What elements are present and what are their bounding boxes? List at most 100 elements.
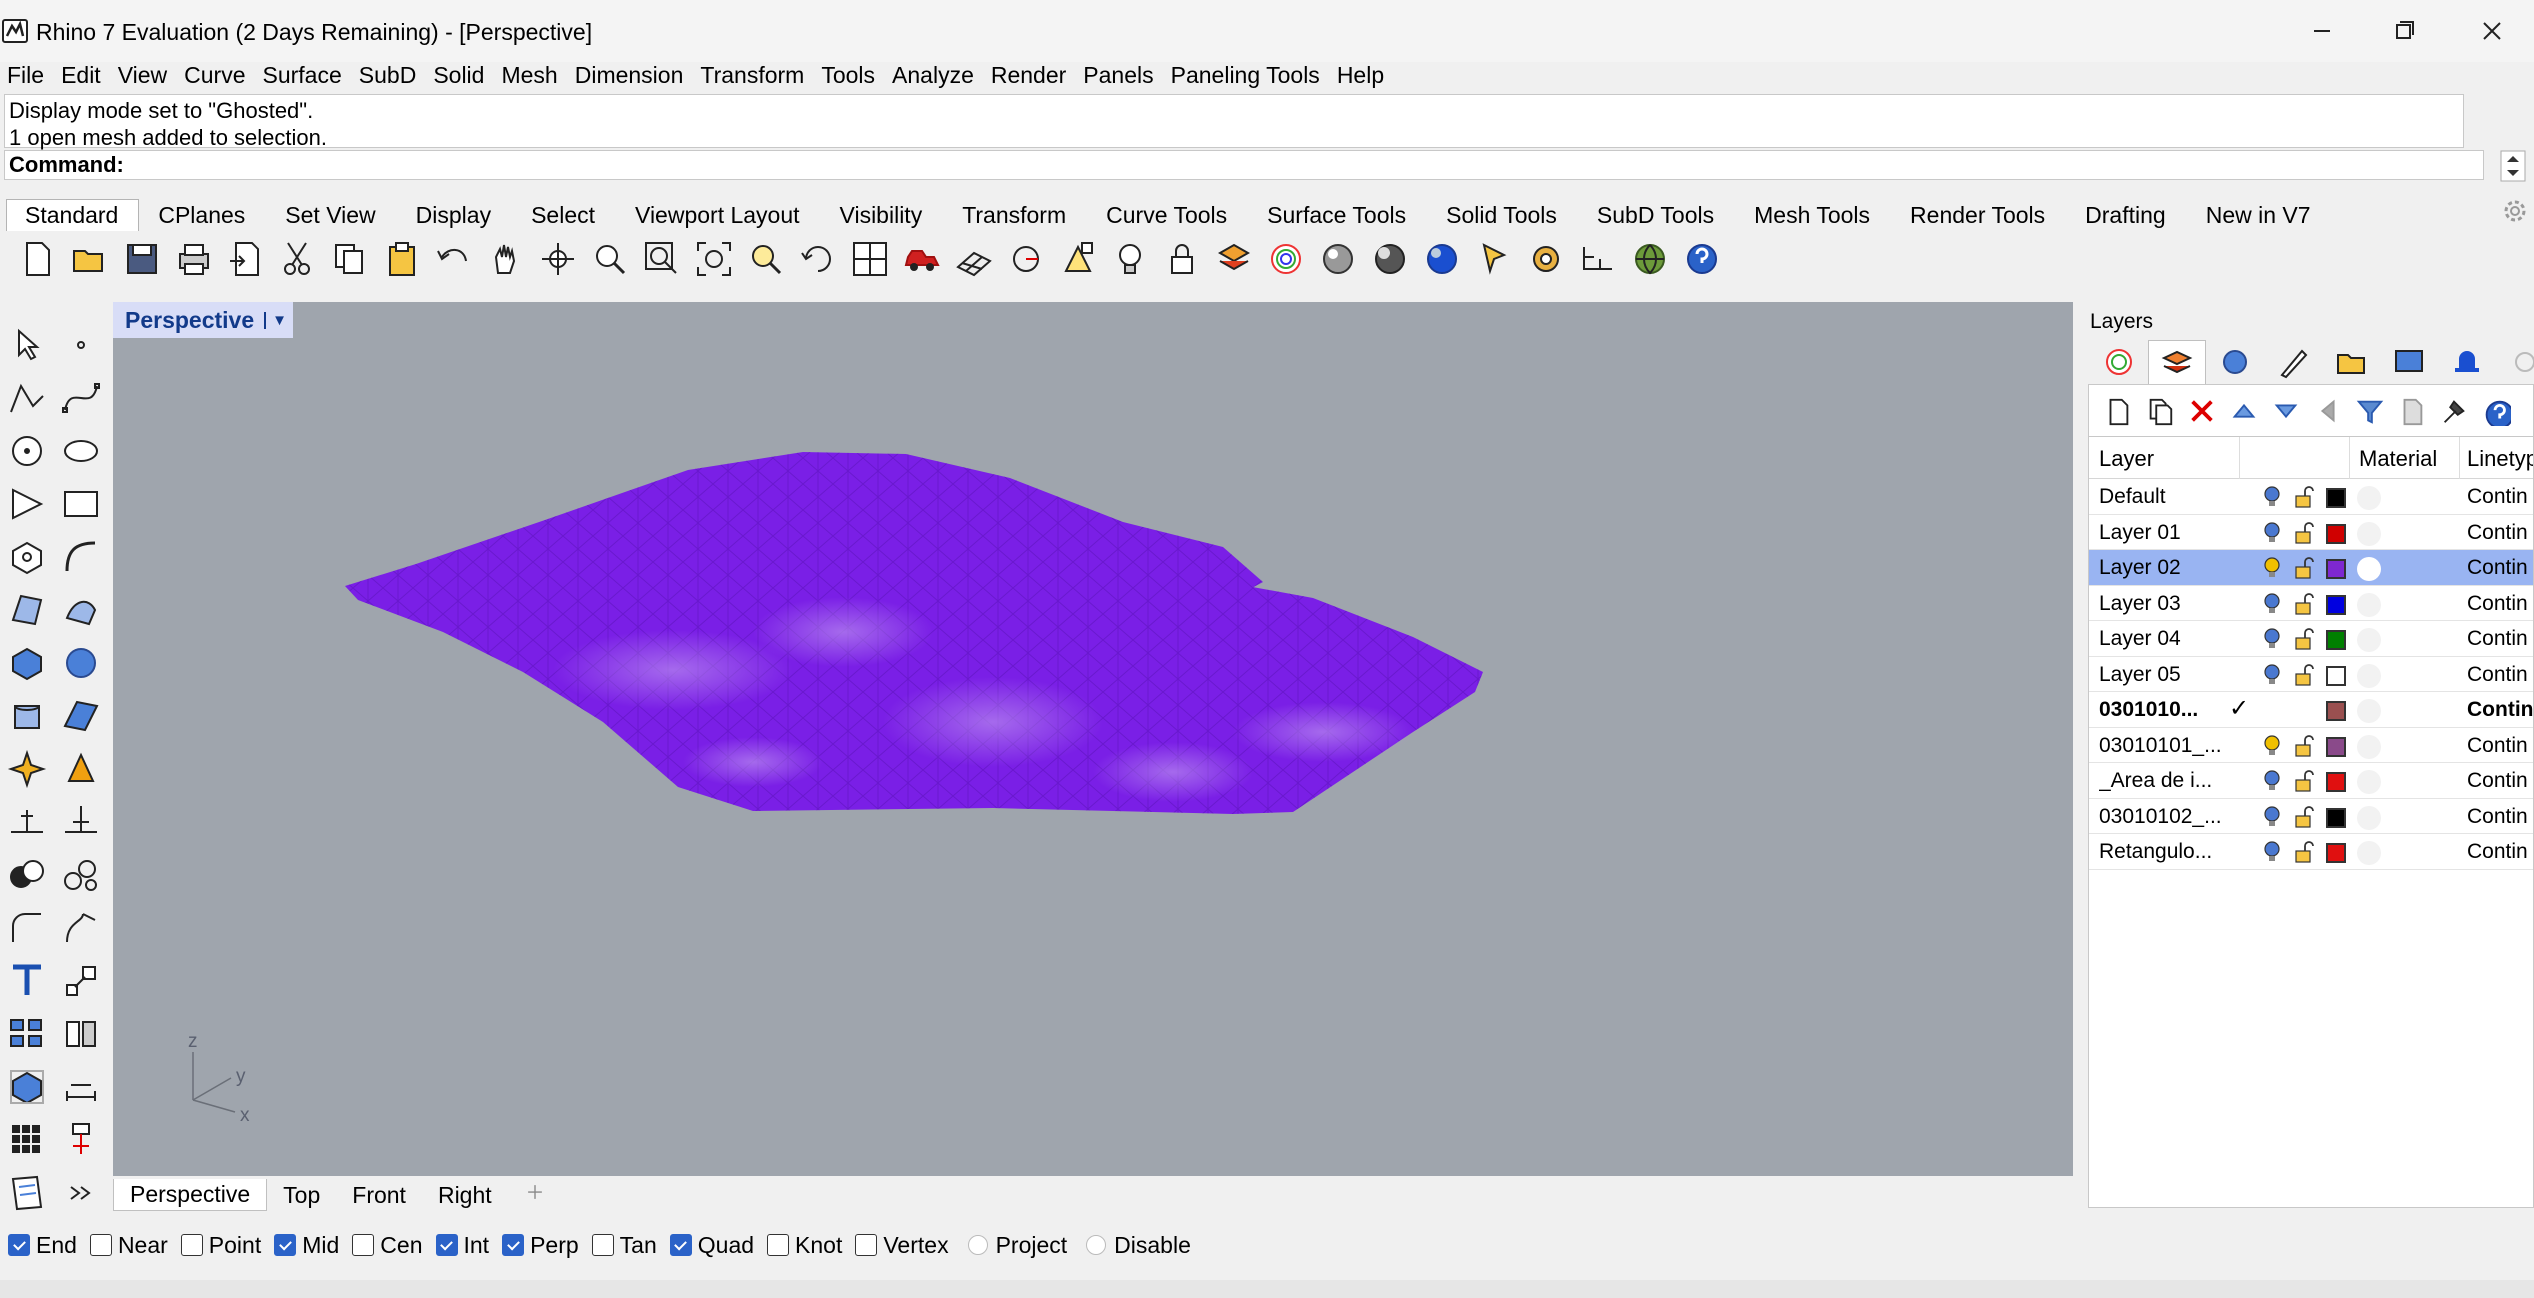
options-gear-button[interactable] [1520, 234, 1572, 284]
unlock-icon[interactable] [2293, 769, 2315, 793]
lightbulb-icon[interactable] [2261, 485, 2283, 509]
tab-cplanes[interactable]: CPlanes [139, 199, 266, 231]
material-icon[interactable] [2357, 805, 2381, 830]
layer-linetype[interactable]: Contin [2467, 734, 2528, 758]
revolve-tool[interactable] [54, 583, 108, 636]
tab-select[interactable]: Select [512, 199, 616, 231]
array-tool[interactable] [0, 1007, 54, 1060]
unlock-icon[interactable] [2293, 805, 2315, 829]
lightbulb-icon[interactable] [2261, 556, 2283, 580]
layer-row[interactable]: _Area de i... Contin [2089, 763, 2533, 799]
new-layer-button[interactable] [2097, 389, 2139, 433]
layer-row[interactable]: Default Contin [2089, 479, 2533, 515]
perspective-viewport[interactable]: Perspective ▼ z y x [113, 302, 2073, 1176]
bounding-box-tool[interactable] [0, 1060, 54, 1113]
text-tool[interactable] [0, 954, 54, 1007]
pointer-button[interactable] [1468, 234, 1520, 284]
circle-tool[interactable] [0, 424, 54, 477]
rotate-view-button[interactable] [532, 234, 584, 284]
box-tool[interactable] [0, 636, 54, 689]
osnap-vertex[interactable]: Vertex [855, 1232, 949, 1259]
checkbox-perp[interactable] [502, 1234, 525, 1256]
material-icon[interactable] [2357, 699, 2381, 723]
menu-file[interactable]: File [0, 62, 54, 89]
layer-row[interactable]: Layer 02 Contin [2089, 550, 2533, 586]
color-wheel-button[interactable] [1260, 234, 1312, 284]
layer-name[interactable]: Default [2099, 485, 2234, 509]
grid-array-tool[interactable] [0, 1113, 54, 1166]
copy-layer-button[interactable] [2391, 389, 2433, 433]
lightbulb-icon[interactable] [2261, 769, 2283, 793]
cylinder-tool[interactable] [0, 689, 54, 742]
layer-row[interactable]: Layer 04 Contin [2089, 621, 2533, 657]
layer-name[interactable]: Retangulo... [2099, 840, 2234, 864]
tab-standard[interactable]: Standard [6, 199, 140, 231]
layer-name[interactable]: Layer 05 [2099, 663, 2234, 687]
layer-color-swatch[interactable] [2326, 736, 2346, 757]
material-icon[interactable] [2357, 592, 2381, 617]
layer-name[interactable]: Layer 01 [2099, 521, 2234, 545]
panel-tab-color[interactable] [2090, 340, 2148, 384]
explode-tool[interactable] [0, 742, 54, 795]
panel-tab-layers[interactable] [2148, 340, 2206, 384]
circle-polygon-tool[interactable] [0, 530, 54, 583]
menu-subd[interactable]: SubD [352, 62, 427, 89]
split-tool[interactable] [54, 795, 108, 848]
osnap-quad[interactable]: Quad [669, 1232, 754, 1259]
layer-color-swatch[interactable] [2326, 488, 2346, 508]
menu-tools[interactable]: Tools [814, 62, 885, 89]
viewport-layout-button[interactable] [844, 234, 896, 284]
column-layer[interactable]: Layer [2099, 446, 2154, 472]
material-icon[interactable] [2357, 734, 2381, 759]
render-sphere-button[interactable] [1364, 234, 1416, 284]
unlock-icon[interactable] [2293, 627, 2315, 651]
viewport-tab-front[interactable]: Front [336, 1180, 422, 1211]
lightbulb-icon[interactable] [2261, 805, 2283, 829]
tab-mesh-tools[interactable]: Mesh Tools [1735, 199, 1891, 231]
tab-viewport-layout[interactable]: Viewport Layout [616, 199, 821, 231]
tab-curve-tools[interactable]: Curve Tools [1087, 199, 1248, 231]
menu-view[interactable]: View [111, 62, 177, 89]
layer-row[interactable]: 0301010... ✓ Contin [2089, 692, 2533, 728]
unlock-icon[interactable] [2293, 663, 2315, 687]
close-button[interactable] [2472, 14, 2512, 48]
blend-tool[interactable] [54, 901, 108, 954]
menu-dimension[interactable]: Dimension [568, 62, 694, 89]
tab-render-tools[interactable]: Render Tools [1891, 199, 2066, 231]
paste-button[interactable] [376, 234, 428, 284]
osnap-mid[interactable]: Mid [274, 1232, 339, 1259]
tab-transform[interactable]: Transform [943, 199, 1087, 231]
osnap-knot[interactable]: Knot [767, 1232, 842, 1259]
boolean-tool[interactable] [0, 848, 54, 901]
cut-button[interactable] [272, 234, 324, 284]
plane-surface-tool[interactable] [54, 689, 108, 742]
point-tool[interactable] [54, 318, 108, 371]
layer-linetype[interactable]: Contin [2467, 627, 2528, 651]
ellipse-tool[interactable] [54, 424, 108, 477]
tab-visibility[interactable]: Visibility [821, 199, 944, 231]
viewport-tab-perspective[interactable]: Perspective [113, 1179, 268, 1211]
sphere-tool[interactable] [54, 636, 108, 689]
checkbox-point[interactable] [180, 1234, 203, 1256]
light-button[interactable] [1104, 234, 1156, 284]
layer-linetype[interactable]: Contin [2467, 592, 2528, 616]
checkbox-end[interactable] [8, 1234, 30, 1256]
add-viewport-button[interactable] [508, 1179, 562, 1211]
delete-button[interactable] [2181, 389, 2223, 433]
more-tool[interactable] [54, 1166, 108, 1219]
layer-name[interactable]: Layer 02 [2099, 556, 2234, 580]
material-icon[interactable] [2357, 770, 2381, 794]
layer-row[interactable]: Layer 03 Contin [2089, 586, 2533, 621]
undo-button[interactable] [428, 234, 480, 284]
zoom-selected-button[interactable] [740, 234, 792, 284]
osnap-int[interactable]: Int [435, 1232, 489, 1259]
open-button[interactable] [64, 234, 116, 284]
panel-tab-settings[interactable] [2496, 340, 2534, 384]
tab-surface-tools[interactable]: Surface Tools [1248, 199, 1427, 231]
properties-tool[interactable] [54, 1113, 108, 1166]
checkbox-mid[interactable] [274, 1234, 297, 1256]
blue-sphere-button[interactable] [1416, 234, 1468, 284]
layer-color-swatch[interactable] [2326, 630, 2346, 650]
lightbulb-icon[interactable] [2261, 663, 2283, 687]
checkbox-knot[interactable] [767, 1234, 790, 1256]
